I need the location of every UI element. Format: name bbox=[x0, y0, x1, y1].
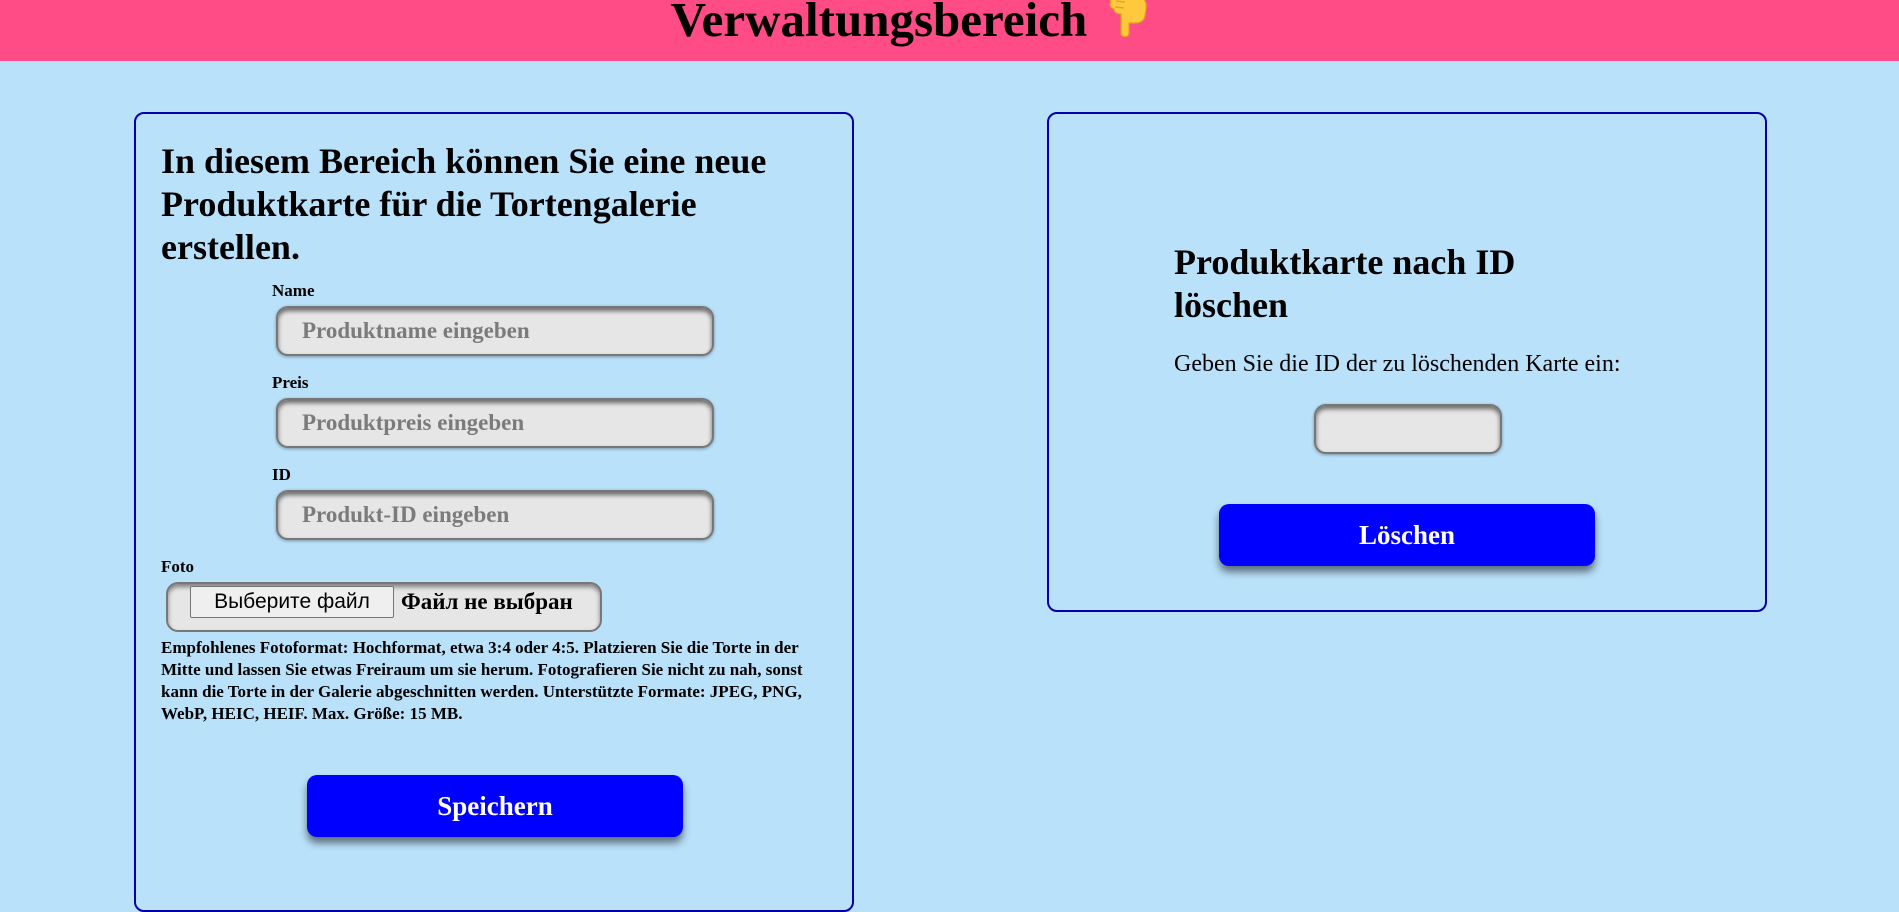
file-status-text: Файл не выбран bbox=[401, 589, 573, 614]
price-label: Preis bbox=[272, 373, 309, 392]
create-form-heading: In diesem Bereich können Sie eine neue P… bbox=[161, 141, 767, 267]
page-title: Verwaltungsbereich bbox=[0, 0, 1820, 54]
page-title-text: Verwaltungsbereich bbox=[670, 0, 1088, 47]
photo-format-hint: Empfohlenes Fotoformat: Hochformat, etwa… bbox=[161, 638, 803, 723]
header-bar: Verwaltungsbereich bbox=[0, 0, 1899, 61]
pointing-down-hand-icon bbox=[1103, 0, 1149, 54]
product-id-input[interactable] bbox=[276, 490, 714, 540]
create-product-panel: In diesem Bereich können Sie eine neue P… bbox=[134, 112, 854, 912]
save-button[interactable]: Speichern bbox=[307, 775, 683, 837]
delete-product-panel: Produktkarte nach ID löschen Geben Sie d… bbox=[1047, 112, 1767, 612]
delete-form-heading: Produktkarte nach ID löschen bbox=[1174, 242, 1516, 325]
name-label: Name bbox=[272, 281, 315, 300]
product-name-input[interactable] bbox=[276, 306, 714, 356]
choose-file-button[interactable]: Выберите файл bbox=[190, 586, 394, 618]
delete-button[interactable]: Löschen bbox=[1219, 504, 1595, 566]
id-label: ID bbox=[272, 465, 291, 484]
photo-label: Foto bbox=[161, 557, 195, 576]
delete-form-description: Geben Sie die ID der zu löschenden Karte… bbox=[1174, 351, 1621, 377]
product-price-input[interactable] bbox=[276, 398, 714, 448]
delete-id-input[interactable] bbox=[1314, 404, 1502, 454]
photo-file-input[interactable]: Выберите файл Файл не выбран bbox=[166, 582, 602, 632]
